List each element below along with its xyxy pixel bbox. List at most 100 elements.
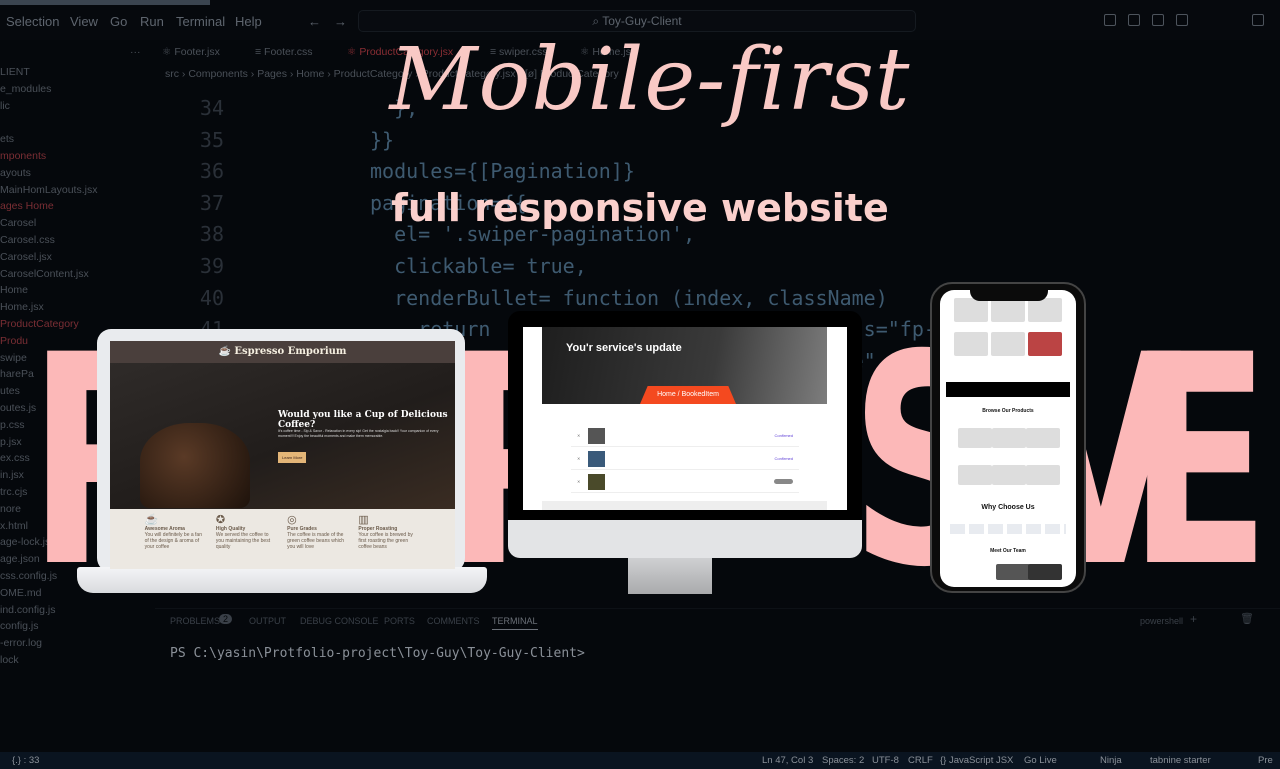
restore-window-icon[interactable] <box>1252 14 1264 26</box>
window-strip <box>0 0 210 5</box>
file-tree-item[interactable]: ets <box>0 133 14 145</box>
feature-text: The coffee is made of the green coffee b… <box>287 532 345 550</box>
menu-view[interactable]: View <box>70 14 98 29</box>
item-thumbnail <box>588 427 606 444</box>
feature-text: We served the coffee to you maintaining … <box>215 532 271 550</box>
learn-more-button[interactable]: Learn More <box>278 452 307 463</box>
command-search[interactable]: ⌕ Toy-Guy-Client <box>358 10 916 32</box>
status-label: Pending <box>774 479 793 484</box>
product-card <box>1028 332 1062 356</box>
panel-tab-ports[interactable]: PORTS <box>384 616 415 626</box>
menu-run[interactable]: Run <box>140 14 164 29</box>
file-tree-item[interactable]: ex.css <box>0 452 30 464</box>
coffee-cup-image <box>140 423 250 508</box>
feature: ✪ High Quality We served the coffee to you… <box>216 513 278 565</box>
file-tree-item[interactable]: in.jsx <box>0 469 24 481</box>
cup-icon: ☕ <box>144 514 159 526</box>
contact-bar <box>946 382 1070 397</box>
status-item[interactable]: tabnine starter <box>1150 755 1211 766</box>
forward-arrow-icon[interactable]: → <box>334 14 347 29</box>
product-card <box>992 428 1026 448</box>
team-photo <box>996 564 1030 580</box>
product-card <box>991 332 1025 356</box>
breadcrumb-badge[interactable]: Home / BookedItem <box>640 386 736 404</box>
file-tree-item[interactable]: Carosel.css <box>0 234 55 246</box>
section-title: Meet Our Team <box>990 548 1026 554</box>
product-card <box>958 465 992 485</box>
status-problems[interactable]: {.} : 33 <box>12 755 39 766</box>
file-tree-item[interactable]: p.css <box>0 419 25 431</box>
file-tree-item[interactable]: lock <box>0 654 19 666</box>
badge-icon: ✪ <box>215 514 226 526</box>
booking-row: ✕ Confirmed <box>571 448 799 470</box>
feature-text: Your coffee is brewed by first roasting … <box>358 532 413 550</box>
monitor-chin <box>508 520 862 558</box>
code-line[interactable]: }} <box>370 128 394 152</box>
product-card <box>954 332 988 356</box>
file-tree-item[interactable]: Home <box>0 284 28 296</box>
item-thumbnail <box>588 473 606 490</box>
file-tree-item[interactable]: utes <box>0 385 20 397</box>
status-item[interactable]: Pre <box>1258 755 1273 766</box>
toggle-sidebar-icon[interactable] <box>1104 14 1116 26</box>
menu-terminal[interactable]: Terminal <box>176 14 225 29</box>
terminal-prompt[interactable]: PS C:\yasin\Protfolio-project\Toy-Guy\To… <box>170 646 585 661</box>
laptop-base <box>77 567 487 593</box>
footer-strip <box>542 501 827 510</box>
promo-subheadline: full responsive website <box>391 186 889 230</box>
feature: ☕ Awesome Aroma You will definitely be a f… <box>145 513 207 565</box>
menu-go[interactable]: Go <box>110 14 127 29</box>
file-tree-item[interactable]: Produ <box>0 335 28 347</box>
line-number: 40 <box>199 285 224 310</box>
section-title: Why Choose Us <box>981 504 1035 511</box>
status-item[interactable]: Go Live <box>1024 755 1057 766</box>
hero-section: Would you like a Cup of Delicious Coffee… <box>110 363 455 509</box>
toggle-secondary-sidebar-icon[interactable] <box>1152 14 1164 26</box>
file-tree-item[interactable]: swipe <box>0 352 27 364</box>
status-item[interactable]: Spaces: 2 <box>822 755 864 766</box>
status-item[interactable]: Ln 47, Col 3 <box>762 755 813 766</box>
file-tree-item[interactable]: ayouts <box>0 167 31 179</box>
brand-name: Espresso Emporium <box>234 346 347 357</box>
service-hero: You'r service's update Home / BookedItem <box>542 327 827 404</box>
remove-icon[interactable]: ✕ <box>577 479 580 484</box>
status-item[interactable]: Ninja <box>1100 755 1122 766</box>
panel-tab-output[interactable]: OUTPUT <box>249 616 286 626</box>
line-number: 36 <box>199 159 224 184</box>
back-arrow-icon[interactable]: ← <box>308 14 321 29</box>
file-tree-item[interactable]: Carosel.jsx <box>0 251 52 263</box>
service-title: You'r service's update <box>566 342 682 354</box>
file-tree-item[interactable]: -error.log <box>0 637 42 649</box>
file-tree-item[interactable]: CaroselContent.jsx <box>0 268 89 280</box>
features: ☕ Awesome Aroma You will definitely be a f… <box>110 509 455 569</box>
code-line[interactable]: modules={[Pagination]} <box>370 159 635 183</box>
panel-tab-debug-console[interactable]: DEBUG CONSOLE <box>300 616 379 626</box>
layout-icon[interactable] <box>1176 14 1188 26</box>
coffee-logo-icon: ☕ <box>218 346 235 357</box>
status-item[interactable]: UTF-8 <box>872 755 899 766</box>
booking-row: ✕ Confirmed <box>571 425 799 447</box>
team-photo <box>1028 564 1062 580</box>
line-number: 35 <box>199 127 224 152</box>
toggle-panel-icon[interactable] <box>1128 14 1140 26</box>
hero-title: Would you like a Cup of Delicious Coffee… <box>278 410 448 430</box>
remove-icon[interactable]: ✕ <box>577 456 580 461</box>
file-tree-item[interactable]: trc.cjs <box>0 486 27 498</box>
status-label: Confirmed <box>774 433 793 438</box>
code-line[interactable]: clickable= true, <box>370 254 587 278</box>
status-item[interactable]: CRLF <box>908 755 933 766</box>
product-card <box>958 428 992 448</box>
status-item[interactable]: {} JavaScript JSX <box>940 755 1013 766</box>
item-thumbnail <box>588 450 606 467</box>
file-tree-item[interactable]: mponents <box>0 150 46 162</box>
search-icon: ⌕ <box>592 14 603 28</box>
file-tree-item[interactable]: p.jsx <box>0 436 22 448</box>
remove-icon[interactable]: ✕ <box>577 433 580 438</box>
site-brand: ☕ Espresso Emporium <box>110 341 455 363</box>
status-label: Confirmed <box>774 456 793 461</box>
file-tree-item[interactable]: x.html <box>0 520 28 532</box>
feature-text: You will definitely be a fan of the desi… <box>144 532 202 550</box>
menu-help[interactable]: Help <box>235 14 262 29</box>
menu-selection[interactable]: Selection <box>6 14 59 29</box>
file-tree-item[interactable]: nore <box>0 503 21 515</box>
